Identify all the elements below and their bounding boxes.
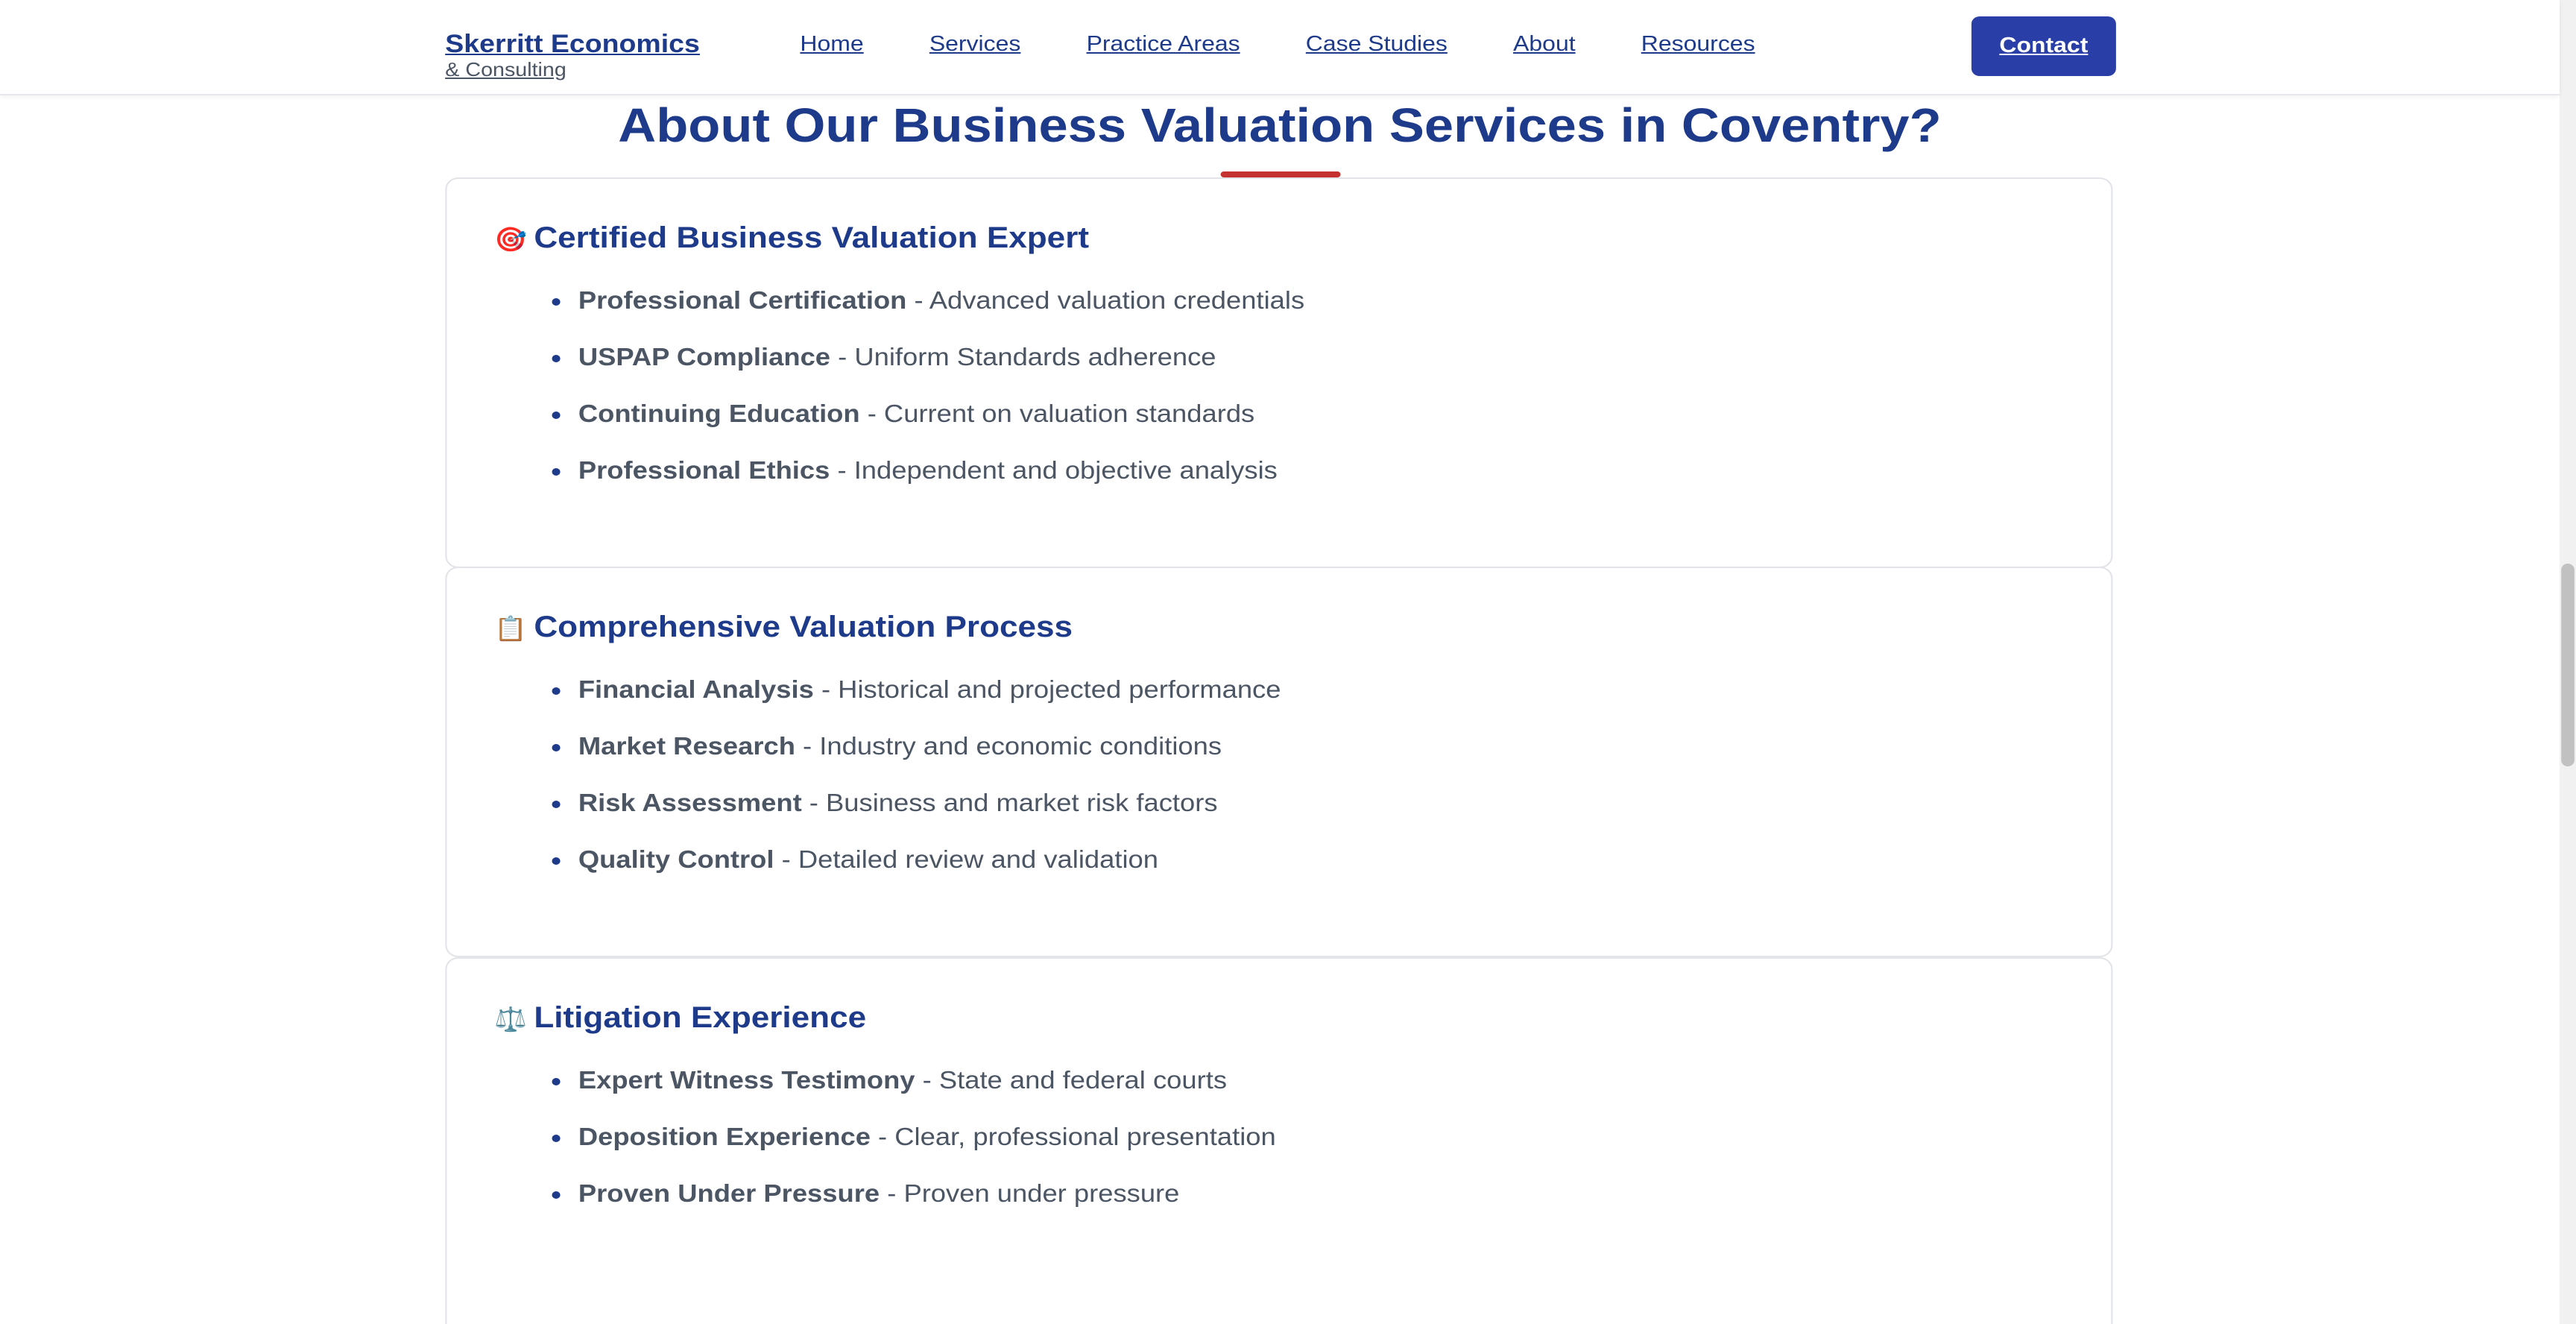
nav-practice-areas[interactable]: Practice Areas bbox=[1087, 33, 1240, 57]
section-title: About Our Business Valuation Services in… bbox=[618, 98, 1942, 152]
item-desc: - State and federal courts bbox=[915, 1068, 1228, 1094]
scales-icon: ⚖️ bbox=[494, 1008, 528, 1033]
list-item: Deposition Experience - Clear, professio… bbox=[578, 1120, 1276, 1156]
item-desc: - Clear, professional presentation bbox=[870, 1124, 1276, 1151]
list-item: Professional Ethics - Independent and ob… bbox=[578, 453, 1304, 489]
nav-resources[interactable]: Resources bbox=[1641, 33, 1755, 57]
item-desc: - Independent and objective analysis bbox=[830, 458, 1278, 485]
feature-card-certified: 🎯Certified Business Valuation Expert Pro… bbox=[445, 177, 2113, 568]
nav-services[interactable]: Services bbox=[929, 33, 1021, 57]
feature-list: Expert Witness Testimony - State and fed… bbox=[532, 1063, 1276, 1233]
contact-button[interactable]: Contact bbox=[1971, 16, 2116, 76]
item-term: Continuing Education bbox=[578, 401, 860, 428]
feature-card-process: 📋Comprehensive Valuation Process Financi… bbox=[445, 567, 2113, 957]
brand-subtitle: & Consulting bbox=[445, 58, 566, 81]
card-title-text: Litigation Experience bbox=[534, 1002, 867, 1035]
item-term: USPAP Compliance bbox=[578, 344, 831, 371]
list-item: Proven Under Pressure - Proven under pre… bbox=[578, 1176, 1276, 1212]
list-item: Market Research - Industry and economic … bbox=[578, 729, 1281, 765]
item-desc: - Historical and projected performance bbox=[813, 677, 1281, 704]
list-item: Continuing Education - Current on valuat… bbox=[578, 397, 1304, 432]
item-desc: - Industry and economic conditions bbox=[795, 734, 1222, 760]
card-title: ⚖️ Litigation Experience bbox=[494, 1000, 866, 1039]
item-term: Proven Under Pressure bbox=[578, 1181, 880, 1208]
item-desc: - Current on valuation standards bbox=[859, 401, 1255, 428]
nav-about[interactable]: About bbox=[1513, 33, 1576, 57]
page-viewport: Skerritt Economics & Consulting Home Ser… bbox=[0, 0, 2576, 1324]
title-underline-accent bbox=[1220, 171, 1341, 177]
item-term: Risk Assessment bbox=[578, 790, 802, 817]
list-item: Expert Witness Testimony - State and fed… bbox=[578, 1063, 1276, 1099]
item-term: Financial Analysis bbox=[578, 677, 814, 704]
site-header: Skerritt Economics & Consulting Home Ser… bbox=[0, 0, 2560, 95]
item-term: Deposition Experience bbox=[578, 1124, 871, 1151]
list-item: Quality Control - Detailed review and va… bbox=[578, 842, 1281, 878]
item-desc: - Proven under pressure bbox=[880, 1181, 1180, 1208]
item-desc: - Business and market risk factors bbox=[801, 790, 1218, 817]
list-item: USPAP Compliance - Uniform Standards adh… bbox=[578, 340, 1304, 376]
item-desc: - Uniform Standards adherence bbox=[830, 344, 1216, 371]
item-term: Market Research bbox=[578, 734, 795, 760]
feature-list: Professional Certification - Advanced va… bbox=[532, 283, 1304, 510]
item-term: Professional Certification bbox=[578, 288, 907, 315]
feature-card-litigation: ⚖️Litigation Experience Expert Witness T… bbox=[445, 957, 2113, 1324]
scrollbar-thumb[interactable] bbox=[2561, 564, 2575, 766]
list-item: Risk Assessment - Business and market ri… bbox=[578, 786, 1281, 822]
card-title-text: Comprehensive Valuation Process bbox=[534, 611, 1073, 644]
card-title: 📋 Comprehensive Valuation Process bbox=[494, 610, 1073, 649]
card-title: 🎯 Certified Business Valuation Expert bbox=[494, 221, 1089, 259]
item-desc: - Detailed review and validation bbox=[774, 847, 1159, 874]
page-scrollbar[interactable] bbox=[2559, 0, 2576, 1324]
nav-home[interactable]: Home bbox=[800, 33, 863, 57]
brand-name: Skerritt Economics bbox=[445, 30, 700, 58]
clipboard-icon: 📋 bbox=[494, 617, 528, 643]
card-title-text: Certified Business Valuation Expert bbox=[534, 222, 1090, 255]
item-term: Professional Ethics bbox=[578, 458, 830, 485]
item-term: Expert Witness Testimony bbox=[578, 1068, 915, 1094]
target-icon: 🎯 bbox=[494, 228, 528, 253]
item-desc: - Advanced valuation credentials bbox=[906, 288, 1305, 315]
main-nav: Home Services Practice Areas Case Studie… bbox=[800, 33, 1755, 57]
list-item: Financial Analysis - Historical and proj… bbox=[578, 672, 1281, 708]
item-term: Quality Control bbox=[578, 847, 774, 874]
feature-list: Financial Analysis - Historical and proj… bbox=[532, 672, 1281, 899]
nav-case-studies[interactable]: Case Studies bbox=[1306, 33, 1448, 57]
list-item: Professional Certification - Advanced va… bbox=[578, 283, 1304, 319]
brand-logo-link[interactable]: Skerritt Economics & Consulting bbox=[445, 30, 700, 81]
